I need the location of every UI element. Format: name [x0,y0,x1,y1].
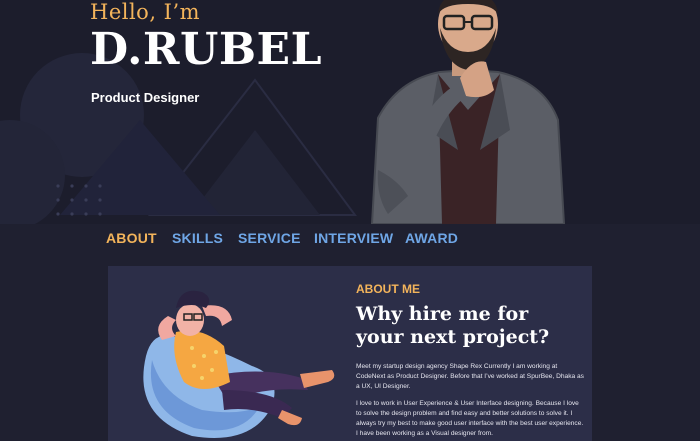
portrait-photo [370,0,566,224]
about-eyebrow: ABOUT ME [356,282,420,296]
nav-item-about[interactable]: ABOUT [106,230,157,246]
nav-item-award[interactable]: AWARD [405,230,458,246]
nav-item-service[interactable]: SERVICE [238,230,301,246]
section-nav: ABOUT SKILLS SERVICE INTERVIEW AWARD [0,224,700,254]
hero-role: Product Designer [91,90,200,105]
about-title: Why hire me for your next project? [356,303,550,348]
about-card: ABOUT ME Why hire me for your next proje… [108,266,592,441]
nav-item-interview[interactable]: INTERVIEW [314,230,393,246]
hero-name: D.RUBEL [90,24,323,75]
nav-item-skills[interactable]: SKILLS [172,230,223,246]
hero-greeting: Hello, I’m [90,0,201,24]
about-paragraph-1: Meet my startup design agency Shape Rex … [356,363,584,390]
about-paragraph-2: I love to work in User Experience & User… [356,400,584,437]
hero-section: Hello, I’m D.RUBEL Product Designer [0,0,700,224]
relaxing-designer-illustration [143,290,335,438]
